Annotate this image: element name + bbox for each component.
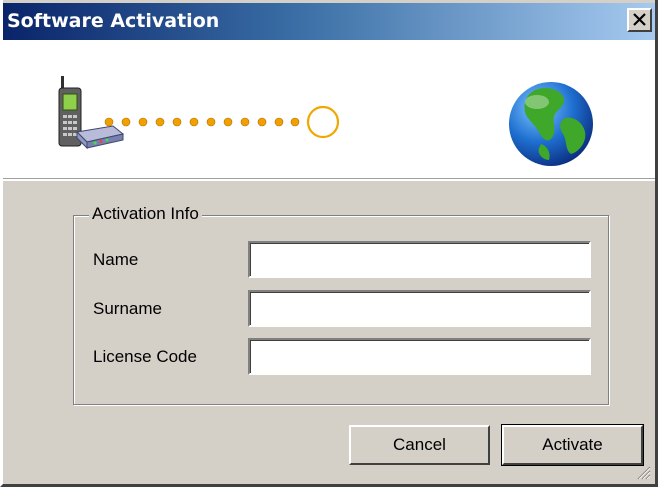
window-title: Software Activation xyxy=(7,10,220,32)
globe-icon xyxy=(509,82,593,166)
name-input[interactable] xyxy=(248,241,591,278)
title-bar[interactable]: Software Activation xyxy=(3,0,655,40)
surname-label: Surname xyxy=(93,299,162,318)
name-label: Name xyxy=(93,250,139,269)
banner-separator xyxy=(3,178,655,181)
banner xyxy=(3,40,655,178)
license-code-label: License Code xyxy=(93,347,197,366)
license-code-input[interactable] xyxy=(248,338,591,375)
resize-grip-icon[interactable] xyxy=(637,466,651,480)
group-legend: Activation Info xyxy=(89,204,202,224)
close-button[interactable] xyxy=(627,8,652,32)
cancel-button[interactable]: Cancel xyxy=(349,425,490,465)
activate-button[interactable]: Activate xyxy=(501,424,644,466)
activation-dialog: Software Activation Activation Info Name… xyxy=(0,0,658,487)
connection-progress-line xyxy=(104,105,340,139)
close-icon xyxy=(633,13,646,26)
surname-input[interactable] xyxy=(248,290,591,327)
